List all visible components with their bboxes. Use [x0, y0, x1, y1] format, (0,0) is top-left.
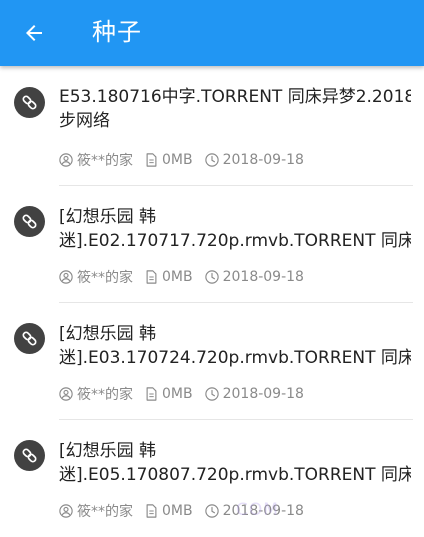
item-size: 0MB: [162, 269, 193, 285]
list-item[interactable]: [幻想乐园 韩 迷].E03.170724.720p.rmvb.TORRENT …: [0, 303, 424, 420]
item-title: [幻想乐园 韩 迷].E05.170807.720p.rmvb.TORRENT …: [59, 439, 411, 487]
user-icon: [59, 504, 73, 518]
back-button[interactable]: [16, 17, 52, 49]
arrow-left-icon: [26, 25, 42, 41]
link-icon: [14, 440, 45, 471]
file-icon: [146, 387, 157, 401]
item-user: 筱**的家: [77, 270, 133, 286]
list-item[interactable]: E53.180716中字.TORRENT 同床异梦2.2018 步网络 筱**的…: [0, 66, 424, 186]
item-title: [幻想乐园 韩 迷].E03.170724.720p.rmvb.TORRENT …: [59, 322, 411, 370]
item-meta: 筱**的家 0MB 2018-09-18: [59, 267, 316, 287]
item-title-line-2: 迷].E05.170807.720p.rmvb.TORRENT 同床异: [59, 465, 411, 485]
item-title-line-1: [幻想乐园 韩: [59, 441, 157, 461]
page-title: 种子: [92, 18, 142, 46]
item-user: 筱**的家: [77, 387, 133, 403]
list-item[interactable]: [幻想乐园 韩 迷].E05.170807.720p.rmvb.TORRENT …: [0, 420, 424, 537]
item-meta: 筱**的家 0MB 2018-09-18: [59, 384, 316, 404]
item-meta: 筱**的家 0MB 2018-09-18: [59, 150, 316, 170]
item-title-line-1: E53.180716中字.TORRENT 同床异梦2.2018: [59, 87, 411, 107]
item-size: 0MB: [162, 503, 193, 519]
clock-icon: [204, 387, 219, 401]
app-bar: 种子: [0, 0, 424, 66]
item-title-line-2: 迷].E02.170717.720p.rmvb.TORRENT 同床异: [59, 231, 411, 251]
user-icon: [59, 270, 73, 284]
clock-icon: [204, 270, 219, 284]
item-title-line-1: [幻想乐园 韩: [59, 324, 157, 344]
item-title: E53.180716中字.TORRENT 同床异梦2.2018 步网络: [59, 85, 411, 133]
user-icon: [59, 387, 73, 401]
item-date: 2018-09-18: [222, 152, 304, 168]
item-size: 0MB: [162, 386, 193, 402]
file-icon: [146, 270, 157, 284]
item-size: 0MB: [162, 152, 193, 168]
link-icon: [14, 323, 45, 354]
user-icon: [59, 153, 73, 167]
link-icon: [14, 87, 45, 118]
item-title-line-1: [幻想乐园 韩: [59, 207, 157, 227]
item-title: [幻想乐园 韩 迷].E02.170717.720p.rmvb.TORRENT …: [59, 205, 411, 253]
item-user: 筱**的家: [77, 504, 133, 520]
clock-icon: [204, 504, 219, 518]
clock-icon: [204, 153, 219, 167]
item-title-line-2: 步网络: [59, 111, 110, 131]
item-title-line-2: 迷].E03.170724.720p.rmvb.TORRENT 同床异: [59, 348, 411, 368]
watermark: COM: [236, 500, 279, 520]
list-item[interactable]: [幻想乐园 韩 迷].E02.170717.720p.rmvb.TORRENT …: [0, 186, 424, 303]
file-icon: [146, 504, 157, 518]
link-icon: [14, 206, 45, 237]
item-date: 2018-09-18: [222, 269, 304, 285]
item-date: 2018-09-18: [222, 386, 304, 402]
torrent-list: E53.180716中字.TORRENT 同床异梦2.2018 步网络 筱**的…: [0, 66, 424, 537]
file-icon: [146, 153, 157, 167]
item-user: 筱**的家: [77, 153, 133, 169]
